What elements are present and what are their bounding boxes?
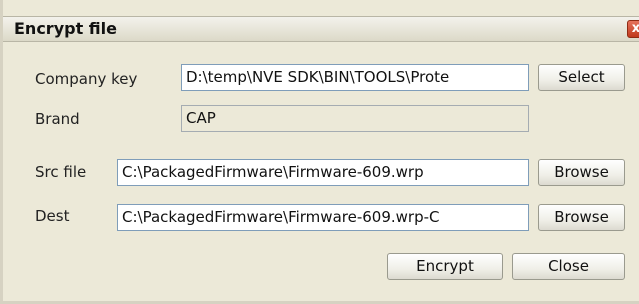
browse-src-button[interactable]: Browse [538, 159, 625, 186]
company-key-label: Company key [35, 70, 138, 88]
title-bar[interactable]: Encrypt file x [3, 16, 639, 42]
close-window-button[interactable]: x [627, 20, 639, 38]
window-title: Encrypt file [14, 19, 117, 38]
src-file-label: Src file [35, 163, 87, 181]
close-icon: x [631, 21, 639, 36]
brand-field: CAP [181, 105, 529, 132]
dest-label: Dest [35, 207, 70, 225]
dest-field[interactable]: C:\PackagedFirmware\Firmware-609.wrp-C [117, 204, 529, 231]
encrypt-button[interactable]: Encrypt [387, 253, 503, 280]
encrypt-file-dialog: Encrypt file x Company key D:\temp\NVE S… [0, 0, 639, 304]
select-button[interactable]: Select [538, 64, 625, 91]
brand-label: Brand [35, 110, 80, 128]
src-file-field[interactable]: C:\PackagedFirmware\Firmware-609.wrp [117, 159, 529, 186]
browse-dest-button[interactable]: Browse [538, 204, 625, 231]
company-key-field[interactable]: D:\temp\NVE SDK\BIN\TOOLS\Prote [181, 64, 529, 91]
close-button[interactable]: Close [512, 253, 625, 280]
